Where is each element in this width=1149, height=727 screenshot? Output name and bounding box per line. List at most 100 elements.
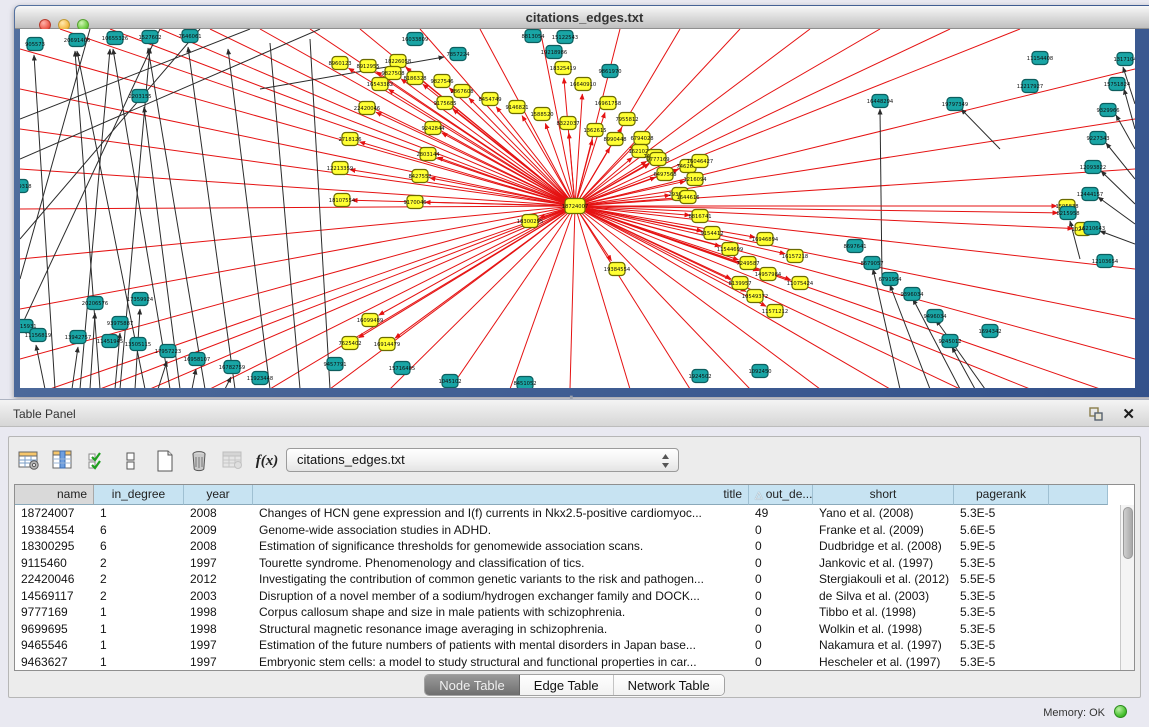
table-cell[interactable]: Nakamura et al. (1997) (813, 637, 954, 654)
memory-status-icon[interactable] (1114, 705, 1127, 718)
table-cell[interactable]: Embryonic stem cells: a model to study s… (253, 654, 749, 671)
table-cell[interactable]: 18724007 (15, 505, 94, 522)
column-header-out_de...[interactable]: △out_de... (749, 485, 813, 505)
table-cell[interactable]: 1997 (184, 637, 253, 654)
table-cell[interactable]: Wolkin et al. (1998) (813, 621, 954, 638)
table-cell[interactable]: 1998 (184, 604, 253, 621)
table-cell[interactable]: Jankovic et al. (1997) (813, 555, 954, 572)
table-cell[interactable]: 0 (749, 654, 813, 671)
table-cell[interactable]: Tourette syndrome. Phenomenology and cla… (253, 555, 749, 572)
table-cell[interactable]: 2 (94, 588, 184, 605)
table-cell[interactable]: 1997 (184, 555, 253, 572)
table-cell[interactable]: Structural magnetic resonance image aver… (253, 621, 749, 638)
table-cell[interactable]: Hescheler et al. (1997) (813, 654, 954, 671)
table-cell[interactable]: 0 (749, 604, 813, 621)
table-cell[interactable]: Dudbridge et al. (2008) (813, 538, 954, 555)
table-cell[interactable]: 22420046 (15, 571, 94, 588)
table-cell[interactable]: 1 (94, 654, 184, 671)
table-row[interactable]: 1830029562008Estimation of significance … (15, 538, 1134, 555)
show-columns-icon[interactable] (51, 449, 75, 473)
table-mode-icon[interactable] (17, 449, 41, 473)
table-row[interactable]: 1938455462009Genome-wide association stu… (15, 522, 1134, 539)
table-row[interactable]: 977716911998Corpus callosum shape and si… (15, 604, 1134, 621)
table-cell[interactable]: 5.3E-5 (954, 588, 1049, 605)
scrollbar-thumb[interactable] (1123, 507, 1133, 559)
table-scrollbar[interactable] (1120, 505, 1134, 670)
table-cell[interactable]: 1 (94, 505, 184, 522)
row-height-icon[interactable] (119, 449, 143, 473)
table-cell[interactable]: 19384554 (15, 522, 94, 539)
table-cell[interactable]: 2009 (184, 522, 253, 539)
table-cell[interactable]: 2003 (184, 588, 253, 605)
table-row[interactable]: 2242004622012Investigating the contribut… (15, 571, 1134, 588)
table-cell[interactable]: 2 (94, 555, 184, 572)
close-panel-icon[interactable]: ✕ (1122, 405, 1135, 423)
table-cell[interactable]: 9465546 (15, 637, 94, 654)
table-cell[interactable]: 0 (749, 555, 813, 572)
table-cell[interactable]: 0 (749, 588, 813, 605)
table-cell[interactable]: 5.3E-5 (954, 637, 1049, 654)
citation-network-graph[interactable]: 8960123891295518226058982750816543382818… (20, 29, 1135, 388)
table-cell[interactable]: Corpus callosum shape and size in male p… (253, 604, 749, 621)
table-row[interactable]: 946554611997Estimation of the future num… (15, 637, 1134, 654)
table-cell[interactable]: Estimation of significance thresholds fo… (253, 538, 749, 555)
table-cell[interactable]: 1 (94, 604, 184, 621)
table-cell[interactable]: Genome-wide association studies in ADHD. (253, 522, 749, 539)
table-cell[interactable]: 14569117 (15, 588, 94, 605)
table-cell[interactable]: 1998 (184, 621, 253, 638)
table-cell[interactable]: 5.6E-5 (954, 522, 1049, 539)
table-cell[interactable]: 0 (749, 538, 813, 555)
table-cell[interactable]: Estimation of the future numbers of pati… (253, 637, 749, 654)
table-cell[interactable]: 5.3E-5 (954, 505, 1049, 522)
table-cell[interactable]: 0 (749, 621, 813, 638)
table-cell[interactable]: Investigating the contribution of common… (253, 571, 749, 588)
table-cell[interactable]: 18300295 (15, 538, 94, 555)
tab-edge-table[interactable]: Edge Table (520, 675, 614, 695)
table-row[interactable]: 946362711997Embryonic stem cells: a mode… (15, 654, 1134, 671)
column-header-name[interactable]: name (15, 485, 94, 505)
table-selector-dropdown[interactable]: citations_edges.txt (286, 448, 679, 472)
column-header-year[interactable]: year (184, 485, 253, 505)
table-cell[interactable]: 6 (94, 522, 184, 539)
column-header-title[interactable]: title (253, 485, 749, 505)
table-cell[interactable]: Changes of HCN gene expression and I(f) … (253, 505, 749, 522)
table-cell[interactable]: Yano et al. (2008) (813, 505, 954, 522)
table-cell[interactable]: 2008 (184, 538, 253, 555)
table-cell[interactable]: 5.3E-5 (954, 621, 1049, 638)
tab-node-table[interactable]: Node Table (425, 675, 520, 695)
table-row[interactable]: 911546021997Tourette syndrome. Phenomeno… (15, 555, 1134, 572)
table-cell[interactable]: 2 (94, 571, 184, 588)
create-column-icon[interactable] (153, 449, 177, 473)
table-cell[interactable]: 9115460 (15, 555, 94, 572)
window-titlebar[interactable]: citations_edges.txt (15, 6, 1149, 29)
column-header-pagerank[interactable]: pagerank (954, 485, 1049, 505)
tab-network-table[interactable]: Network Table (614, 675, 724, 695)
table-cell[interactable]: Stergiakouli et al. (2012) (813, 571, 954, 588)
table-cell[interactable]: Franke et al. (2009) (813, 522, 954, 539)
table-cell[interactable]: 0 (749, 637, 813, 654)
table-row[interactable]: 1872400712008Changes of HCN gene express… (15, 505, 1134, 522)
table-cell[interactable]: Disruption of a novel member of a sodium… (253, 588, 749, 605)
table-cell[interactable]: 49 (749, 505, 813, 522)
table-row[interactable]: 969969511998Structural magnetic resonanc… (15, 621, 1134, 638)
table-cell[interactable]: 6 (94, 538, 184, 555)
table-cell[interactable]: 9699695 (15, 621, 94, 638)
column-header-in_degree[interactable]: in_degree (94, 485, 184, 505)
table-cell[interactable]: 0 (749, 522, 813, 539)
column-header-short[interactable]: short (813, 485, 954, 505)
float-panel-icon[interactable] (1088, 406, 1104, 422)
table-cell[interactable]: 5.5E-5 (954, 571, 1049, 588)
table-cell[interactable]: de Silva et al. (2003) (813, 588, 954, 605)
table-cell[interactable]: 1 (94, 621, 184, 638)
table-cell[interactable]: 5.3E-5 (954, 555, 1049, 572)
table-cell[interactable]: 5.3E-5 (954, 654, 1049, 671)
table-cell[interactable]: 0 (749, 571, 813, 588)
table-cell[interactable]: 1 (94, 637, 184, 654)
table-cell[interactable]: 5.3E-5 (954, 604, 1049, 621)
select-columns-icon[interactable] (85, 449, 109, 473)
table-cell[interactable]: 2008 (184, 505, 253, 522)
network-window[interactable]: citations_edges.txt 89601238912955182260… (14, 5, 1149, 397)
table-row[interactable]: 1456911722003Disruption of a novel membe… (15, 588, 1134, 605)
table-cell[interactable]: 9777169 (15, 604, 94, 621)
table-cell[interactable]: 2012 (184, 571, 253, 588)
